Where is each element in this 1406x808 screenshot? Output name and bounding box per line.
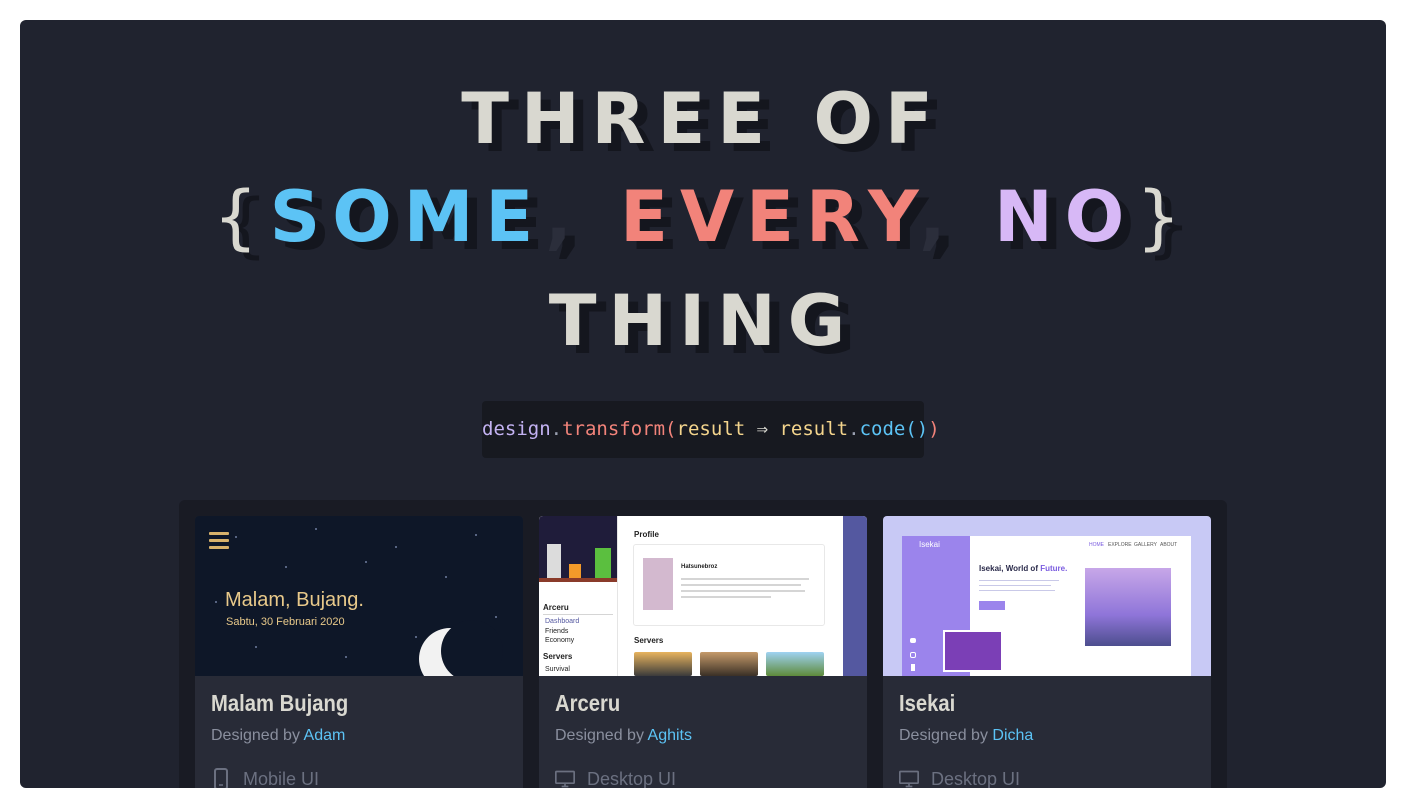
author-link[interactable]: Adam [304, 727, 346, 744]
thumb-date: Sabtu, 30 Februari 2020 [226, 616, 345, 628]
avatar [643, 558, 673, 610]
hero-title-line-2: {SOME, EVERY, NO} [20, 176, 1386, 258]
hero-title-line-3: THING [548, 280, 858, 362]
credit-prefix: Designed by [555, 727, 648, 744]
thumb-nav-3: GALLERY [1134, 542, 1157, 548]
thumb-nav-2: EXPLORE [1108, 542, 1132, 548]
thumb-name: Hatsunebroz [681, 564, 718, 570]
project-grid: Malam, Bujang. Sabtu, 30 Februari 2020 M… [179, 500, 1227, 788]
thumb-servers-side: Servers [543, 652, 573, 661]
brace-open: { [213, 176, 270, 258]
project-card-isekai[interactable]: Isekai HOME EXPLORE GALLERY ABOUT Isekai… [883, 516, 1211, 788]
word-some: SOME [269, 176, 546, 258]
code-arg-2: result [779, 418, 849, 440]
desktop-icon [899, 770, 919, 788]
thumb-logo: Isekai [919, 540, 940, 549]
thumb-greeting: Malam, Bujang. [225, 589, 364, 611]
app-window: THREE OF {SOME, EVERY, NO} THING design.… [20, 20, 1386, 788]
mobile-icon [214, 768, 228, 788]
project-thumbnail[interactable]: Arceru Dashboard Friends Economy Servers… [539, 516, 867, 676]
thumb-nav-1: Dashboard [545, 618, 580, 625]
project-title[interactable]: Arceru [555, 690, 620, 717]
word-no: NO [994, 176, 1137, 258]
hamburger-menu-icon [209, 532, 229, 553]
thumb-nav-1: HOME [1089, 542, 1104, 548]
thumb-section: Arceru [543, 603, 569, 612]
project-thumbnail[interactable]: Malam, Bujang. Sabtu, 30 Februari 2020 [195, 516, 523, 676]
code-dot-2: . [848, 418, 860, 440]
author-link[interactable]: Aghits [648, 727, 692, 744]
project-type: Mobile UI [211, 768, 319, 788]
credit-prefix: Designed by [211, 727, 304, 744]
project-card-malam-bujang[interactable]: Malam, Bujang. Sabtu, 30 Februari 2020 M… [195, 516, 523, 788]
code-method: code [859, 418, 906, 440]
pixel-art-image [539, 516, 617, 582]
word-every: EVERY [620, 176, 920, 258]
credit-prefix: Designed by [899, 727, 993, 744]
code-paren-close: ) [928, 418, 940, 440]
code-arg: result [676, 418, 746, 440]
code-dot: . [550, 418, 563, 440]
code-object: design [482, 418, 551, 440]
project-type-label: Desktop UI [587, 768, 677, 789]
project-card-arceru[interactable]: Arceru Dashboard Friends Economy Servers… [539, 516, 867, 788]
thumb-flower-image [943, 630, 1003, 672]
brace-close: } [1136, 176, 1193, 258]
thumb-nav-3: Economy [545, 637, 575, 644]
code-function: transform [562, 418, 666, 440]
side-rail [843, 516, 867, 676]
thumb-profile: Profile [634, 530, 659, 539]
comma-1: , [545, 176, 584, 258]
project-credit: Designed by Adam [211, 727, 345, 745]
project-credit: Designed by Dicha [899, 727, 1033, 745]
code-snippet: design.transform(result ⇒ result.code()) [482, 401, 940, 458]
project-title[interactable]: Isekai [899, 690, 955, 717]
author-link[interactable]: Dicha [992, 727, 1033, 744]
project-thumbnail[interactable]: Isekai HOME EXPLORE GALLERY ABOUT Isekai… [883, 516, 1211, 676]
code-call: () [905, 418, 929, 440]
project-type-label: Mobile UI [243, 768, 320, 789]
project-type: Desktop UI [899, 768, 1020, 788]
code-paren-open: ( [665, 418, 677, 440]
thumb-headline: Isekai, World of [979, 564, 1041, 573]
project-type-label: Desktop UI [931, 768, 1021, 789]
project-type: Desktop UI [555, 768, 676, 788]
thumb-nav-4: ABOUT [1160, 542, 1178, 548]
thumb-nav-4: Survival [545, 666, 570, 673]
code-arrow: ⇒ [745, 418, 780, 440]
thumb-landscape-image [1085, 568, 1171, 646]
thumb-servers: Servers [634, 636, 664, 645]
project-credit: Designed by Aghits [555, 727, 692, 745]
hero-title-line-1: THREE OF [461, 78, 945, 160]
thumb-nav-2: Friends [545, 628, 569, 635]
desktop-icon [555, 770, 575, 788]
comma-2: , [919, 176, 958, 258]
thumb-headline-accent: Future. [1040, 564, 1068, 573]
project-title[interactable]: Malam Bujang [211, 690, 348, 717]
